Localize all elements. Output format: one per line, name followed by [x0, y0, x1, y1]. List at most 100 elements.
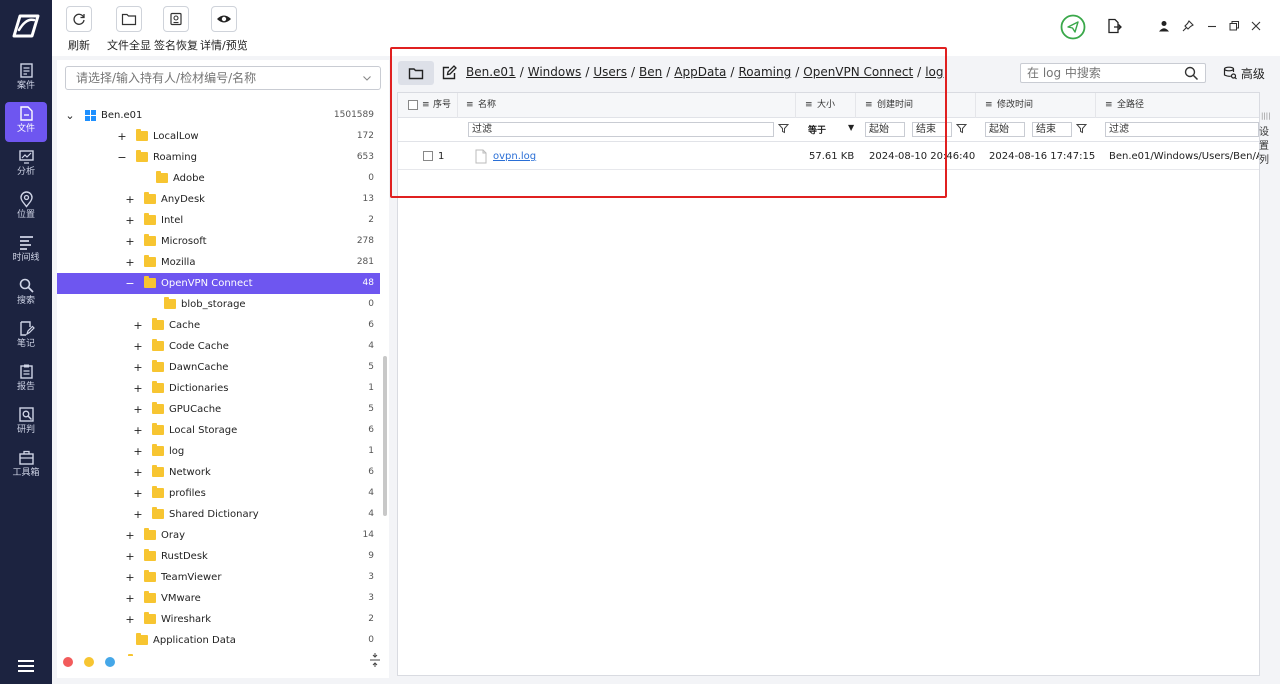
tree-node[interactable]: Application Data 0: [57, 630, 380, 651]
nav-item-judge[interactable]: 研判: [5, 403, 47, 443]
details-preview-button[interactable]: 详情/预览: [200, 6, 248, 53]
tree-node[interactable]: + Microsoft 278: [57, 231, 380, 252]
pin-button[interactable]: [1180, 18, 1196, 34]
tree-node[interactable]: + TeamViewer 3: [57, 567, 380, 588]
expand-icon[interactable]: +: [125, 189, 135, 210]
tree-node[interactable]: − Roaming 653: [57, 147, 380, 168]
breadcrumb-item[interactable]: Ben: [639, 65, 662, 79]
tree-node[interactable]: + RustDesk 9: [57, 546, 380, 567]
tree-node[interactable]: + Intel 2: [57, 210, 380, 231]
tree-node[interactable]: + LocalLow 172: [57, 126, 380, 147]
modified-end-input[interactable]: 结束: [1032, 122, 1072, 137]
nav-item-file[interactable]: 文件: [5, 102, 47, 142]
tree-node[interactable]: + Code Cache 4: [57, 336, 380, 357]
column-size[interactable]: ≡ 大小: [796, 93, 856, 118]
table-row[interactable]: 1 ovpn.log 57.61 KB 2024-08-10 20:46:40 …: [398, 143, 1259, 170]
size-condition-select[interactable]: 等于: [808, 123, 826, 136]
modified-start-input[interactable]: 起始: [985, 122, 1025, 137]
expand-icon[interactable]: +: [133, 483, 143, 504]
expand-icon[interactable]: +: [125, 546, 135, 567]
expand-icon[interactable]: +: [133, 462, 143, 483]
breadcrumb-item[interactable]: Windows: [528, 65, 582, 79]
column-modified[interactable]: ≡ 修改时间: [976, 93, 1096, 118]
user-button[interactable]: [1156, 18, 1172, 34]
expand-icon[interactable]: +: [125, 567, 135, 588]
filter-icon[interactable]: [1076, 123, 1087, 134]
nav-item-timeline[interactable]: 时间线: [5, 231, 47, 271]
set-columns-button[interactable]: 设置列: [1259, 126, 1273, 168]
breadcrumb-item[interactable]: Roaming: [738, 65, 791, 79]
tree-node[interactable]: + DawnCache 5: [57, 357, 380, 378]
column-fullpath[interactable]: ≡ 全路径: [1096, 93, 1259, 118]
caret-down-icon[interactable]: ▼: [848, 123, 854, 132]
collapse-icon[interactable]: −: [117, 147, 127, 168]
expand-icon[interactable]: +: [125, 609, 135, 630]
nav-item-report[interactable]: 报告: [5, 360, 47, 400]
expand-icon[interactable]: +: [133, 441, 143, 462]
expand-icon[interactable]: +: [133, 336, 143, 357]
folder-view-button[interactable]: [398, 61, 434, 85]
advanced-search-button[interactable]: 高级: [1223, 65, 1265, 82]
tree-node[interactable]: +Contacts1: [57, 651, 380, 656]
tree-node[interactable]: Adobe 0: [57, 168, 380, 189]
created-start-input[interactable]: 起始: [865, 122, 905, 137]
file-name-link[interactable]: ovpn.log: [493, 143, 536, 170]
tree-node[interactable]: + Dictionaries 1: [57, 378, 380, 399]
expand-icon[interactable]: +: [125, 210, 135, 231]
expand-icon[interactable]: +: [125, 525, 135, 546]
expand-icon[interactable]: +: [133, 315, 143, 336]
tree-node[interactable]: + Cache 6: [57, 315, 380, 336]
split-collapse-icon[interactable]: [369, 652, 381, 668]
evidence-select[interactable]: [65, 66, 381, 90]
nav-item-toolbox[interactable]: 工具箱: [5, 446, 47, 486]
tree-node[interactable]: + GPUCache 5: [57, 399, 380, 420]
tree-node[interactable]: + Mozilla 281: [57, 252, 380, 273]
close-button[interactable]: [1248, 18, 1264, 34]
tree-scrollbar[interactable]: [383, 356, 387, 516]
breadcrumb-item[interactable]: AppData: [674, 65, 726, 79]
tree-node[interactable]: + log 1: [57, 441, 380, 462]
folder-search-input[interactable]: [1027, 64, 1177, 82]
expand-icon[interactable]: +: [133, 420, 143, 441]
collapse-icon[interactable]: −: [125, 273, 135, 294]
expand-icon[interactable]: +: [133, 399, 143, 420]
tree-node[interactable]: blob_storage 0: [57, 294, 380, 315]
expand-icon[interactable]: +: [125, 252, 135, 273]
edit-path-icon[interactable]: [441, 65, 457, 81]
tree-node[interactable]: + Wireshark 2: [57, 609, 380, 630]
breadcrumb-item[interactable]: Users: [593, 65, 627, 79]
minimize-button[interactable]: [1204, 18, 1220, 34]
expand-icon[interactable]: +: [109, 651, 119, 656]
refresh-button[interactable]: 刷新: [66, 6, 92, 53]
tree-node[interactable]: − OpenVPN Connect 48: [57, 273, 380, 294]
expand-icon[interactable]: +: [133, 504, 143, 525]
nav-item-location[interactable]: 位置: [5, 188, 47, 228]
breadcrumb-item[interactable]: OpenVPN Connect: [803, 65, 913, 79]
row-checkbox[interactable]: [423, 151, 433, 161]
tree-node[interactable]: + AnyDesk 13: [57, 189, 380, 210]
select-all-checkbox[interactable]: [408, 100, 418, 110]
breadcrumb-item[interactable]: log: [925, 65, 943, 79]
send-button[interactable]: [1060, 14, 1086, 40]
name-filter-input[interactable]: 过滤: [468, 122, 774, 137]
expand-icon[interactable]: +: [133, 378, 143, 399]
nav-item-note[interactable]: 笔记: [5, 317, 47, 357]
nav-item-case[interactable]: 案件: [5, 59, 47, 99]
show-all-files-button[interactable]: 文件全显: [107, 6, 151, 53]
expand-icon[interactable]: +: [117, 126, 127, 147]
evidence-select-input[interactable]: [76, 67, 356, 89]
tree-node[interactable]: + profiles 4: [57, 483, 380, 504]
filter-icon[interactable]: [778, 123, 789, 134]
expand-icon[interactable]: +: [125, 231, 135, 252]
expand-icon[interactable]: +: [133, 357, 143, 378]
nav-item-search[interactable]: 搜索: [5, 274, 47, 314]
tree-node[interactable]: + Oray 14: [57, 525, 380, 546]
nav-item-analysis[interactable]: 分析: [5, 145, 47, 185]
search-icon[interactable]: [1184, 66, 1199, 81]
column-name[interactable]: ≡ 名称: [458, 93, 796, 118]
menu-icon[interactable]: [15, 656, 37, 676]
expand-icon[interactable]: +: [125, 588, 135, 609]
tree-node[interactable]: + Network 6: [57, 462, 380, 483]
breadcrumb-item[interactable]: Ben.e01: [466, 65, 516, 79]
restore-button[interactable]: [1226, 18, 1242, 34]
